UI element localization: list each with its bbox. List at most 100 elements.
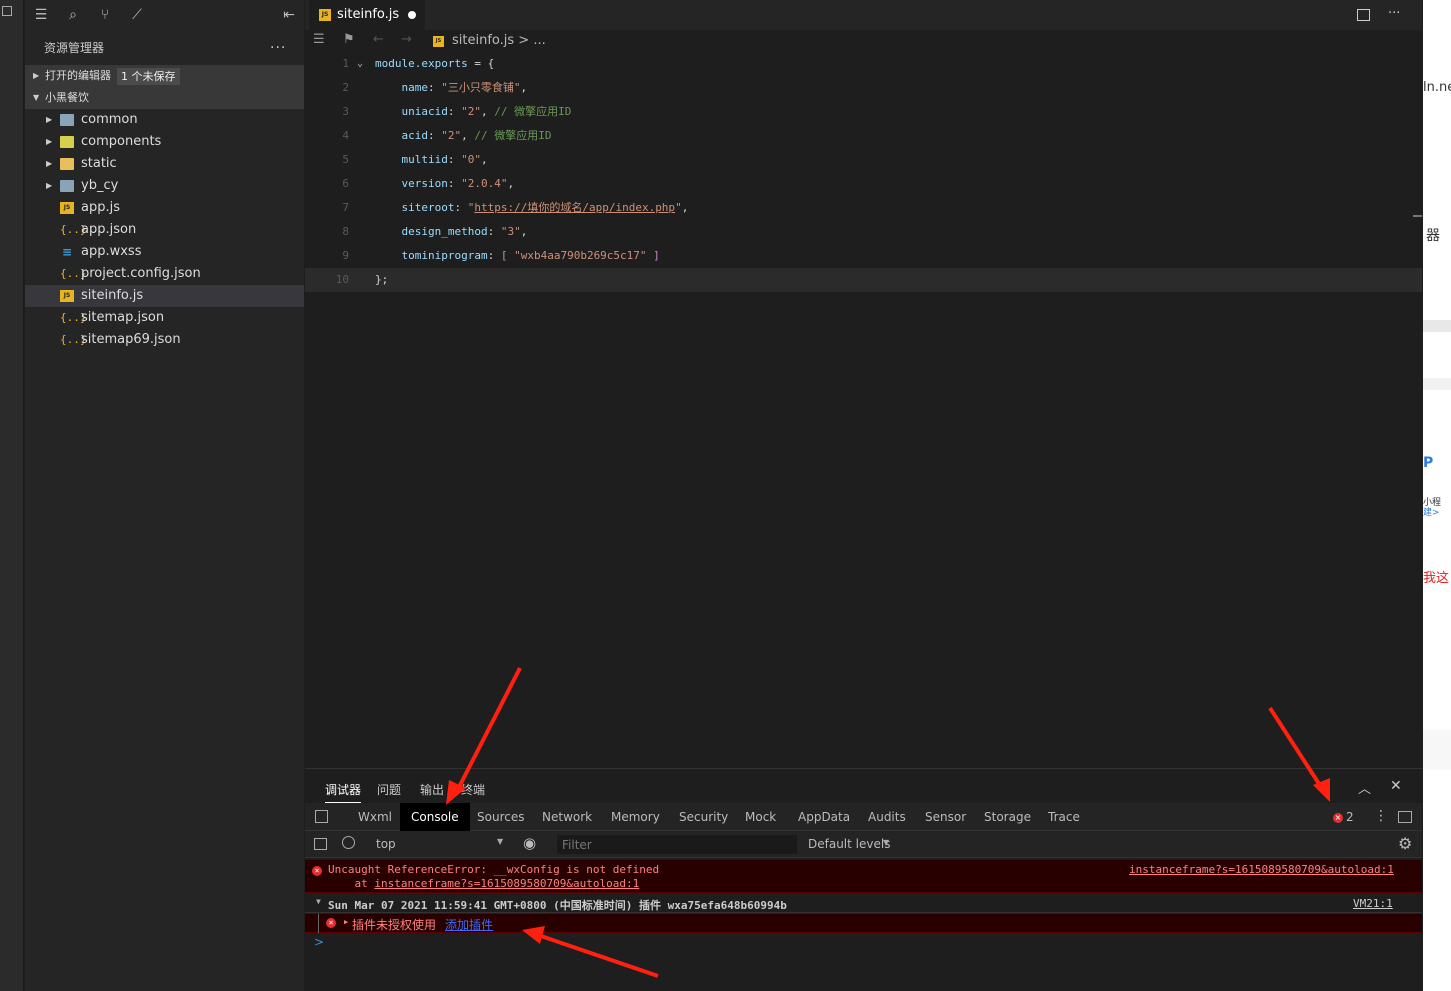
group-source-link[interactable]: VM21:1 xyxy=(1353,897,1393,910)
code-line: 1 ⌄ module.exports = { xyxy=(305,52,1422,76)
log-levels-select[interactable]: Default levels xyxy=(808,837,890,851)
tree-item-project-config[interactable]: {..} project.config.json xyxy=(25,263,304,285)
kebab-menu-icon[interactable]: ⋮ xyxy=(1374,808,1388,824)
tab-siteinfo-js[interactable]: JS siteinfo.js xyxy=(309,0,425,30)
tab-storage[interactable]: Storage xyxy=(973,803,1042,831)
json-file-icon: {..} xyxy=(60,311,87,324)
debug-icon[interactable]: ⟋ xyxy=(128,6,146,24)
edge-block xyxy=(1423,378,1451,390)
close-panel-icon[interactable]: ✕ xyxy=(1390,778,1402,794)
edge-blank xyxy=(1423,0,1451,28)
tree-item-common[interactable]: ▶ common xyxy=(25,109,304,131)
tab-audits[interactable]: Audits xyxy=(857,803,917,831)
clear-console-icon[interactable] xyxy=(342,836,355,849)
more-actions-button[interactable]: ... xyxy=(270,36,286,52)
console-prompt[interactable]: > xyxy=(314,935,324,949)
chevron-right-icon[interactable]: ▶ xyxy=(344,918,348,926)
tab-trace[interactable]: Trace xyxy=(1037,803,1091,831)
tree-item-app-js[interactable]: JS app.js xyxy=(25,197,304,219)
gear-icon[interactable]: ⚙ xyxy=(1398,834,1412,853)
chevron-down-icon: ▼ xyxy=(316,897,321,906)
folder-icon xyxy=(60,158,74,170)
tree-item-siteinfo-js[interactable]: JS siteinfo.js xyxy=(25,285,304,307)
js-file-icon: JS xyxy=(319,9,331,21)
split-editor-icon[interactable] xyxy=(1357,9,1370,21)
tab-problems[interactable]: 问题 xyxy=(377,781,401,798)
code-url[interactable]: https://填你的域名/app/index.php xyxy=(474,201,675,214)
tab-label: siteinfo.js xyxy=(337,7,400,22)
console-group-row[interactable]: ▼ Sun Mar 07 2021 11:59:41 GMT+0800 (中国标… xyxy=(305,894,1422,913)
line-number: 1 xyxy=(342,57,349,70)
code-token: "2" xyxy=(461,105,481,118)
tab-sensor[interactable]: Sensor xyxy=(914,803,977,831)
edge-link[interactable]: 建> xyxy=(1423,505,1440,518)
code-line: 6 version: "2.0.4", xyxy=(305,172,1422,196)
list-icon[interactable]: ☰ xyxy=(32,6,50,24)
outline-icon[interactable]: ☰ xyxy=(313,32,325,47)
add-plugin-link[interactable]: 添加插件 xyxy=(445,916,493,933)
error-message: Uncaught ReferenceError: __wxConfig is n… xyxy=(328,863,660,876)
eye-icon[interactable]: ◉ xyxy=(523,834,536,852)
edge-block xyxy=(1423,320,1451,332)
tree-item-sitemap-json[interactable]: {..} sitemap.json xyxy=(25,307,304,329)
fold-chevron-icon[interactable]: ⌄ xyxy=(357,52,363,76)
tab-appdata[interactable]: AppData xyxy=(787,803,861,831)
open-editors-section[interactable]: ▶ 打开的编辑器 1 个未保存 xyxy=(25,65,304,87)
tree-item-yb_cy[interactable]: ▶ yb_cy xyxy=(25,175,304,197)
tree-item-label: static xyxy=(81,156,117,171)
breadcrumb-rest: > ... xyxy=(518,33,546,48)
tab-memory[interactable]: Memory xyxy=(600,803,671,831)
collapse-panel-icon[interactable]: ⇤ xyxy=(280,6,298,24)
code-line: 9 tominiprogram: [ "wxb4aa790b269c5c17" … xyxy=(305,244,1422,268)
tree-item-components[interactable]: ▶ components xyxy=(25,131,304,153)
line-number: 5 xyxy=(342,153,349,166)
error-count-icon: × xyxy=(1333,813,1343,823)
error-source-link[interactable]: instanceframe?s=1615089580709&autoload:1 xyxy=(1129,863,1394,876)
tab-sources[interactable]: Sources xyxy=(466,803,535,831)
code-token: module.exports xyxy=(375,57,468,70)
bookmark-icon[interactable]: ⚑ xyxy=(343,32,355,47)
error-icon: × xyxy=(312,866,322,876)
simulator-icon[interactable] xyxy=(2,6,12,16)
tree-item-app-json[interactable]: {..} app.json xyxy=(25,219,304,241)
line-number: 2 xyxy=(342,81,349,94)
tab-output[interactable]: 输出 xyxy=(420,781,444,798)
tree-item-app-wxss[interactable]: ≡ app.wxss xyxy=(25,241,304,263)
tab-mock[interactable]: Mock xyxy=(734,803,787,831)
code-line: 5 multiid: "0", xyxy=(305,148,1422,172)
undock-icon[interactable] xyxy=(1398,811,1412,823)
breadcrumb: ☰ ⚑ ← → JS siteinfo.js > ... xyxy=(305,30,1422,52)
code-token: "wxb4aa790b269c5c17" xyxy=(514,249,647,262)
stack-link[interactable]: instanceframe?s=1615089580709&autoload:1 xyxy=(374,877,639,890)
sidebar-toggle-icon[interactable] xyxy=(314,838,327,850)
error-count[interactable]: 2 xyxy=(1346,810,1354,824)
search-icon[interactable]: ⌕ xyxy=(64,6,82,24)
context-select[interactable]: top xyxy=(376,837,396,851)
filter-input[interactable] xyxy=(557,835,797,854)
project-section[interactable]: ▼ 小黑餐饮 xyxy=(25,87,304,109)
tree-item-sitemap69-json[interactable]: {..} sitemap69.json xyxy=(25,329,304,351)
breadcrumb-file-label: siteinfo.js xyxy=(452,33,515,48)
edge-text: 我这 xyxy=(1423,571,1450,586)
tab-console[interactable]: Console xyxy=(400,803,470,831)
breadcrumb-file[interactable]: siteinfo.js > ... xyxy=(452,33,546,48)
forward-arrow-icon[interactable]: → xyxy=(401,32,412,47)
source-control-icon[interactable]: ⑂ xyxy=(96,6,114,24)
code-token: "2" xyxy=(441,129,462,142)
edge-text: ln.ne xyxy=(1423,80,1451,95)
code-comment: // 微擎应用ID xyxy=(494,105,572,118)
more-actions-icon[interactable]: ··· xyxy=(1388,6,1400,21)
tab-debugger[interactable]: 调试器 xyxy=(325,781,362,803)
tab-network[interactable]: Network xyxy=(531,803,603,831)
maximize-panel-icon[interactable]: ︿ xyxy=(1358,778,1371,797)
code-line: 7 siteroot: "https://填你的域名/app/index.php… xyxy=(305,196,1422,220)
tab-security[interactable]: Security xyxy=(668,803,739,831)
line-number: 7 xyxy=(342,201,349,214)
code-token: name xyxy=(375,81,428,94)
tab-terminal[interactable]: 终端 xyxy=(461,781,485,798)
tree-item-static[interactable]: ▶ static xyxy=(25,153,304,175)
tab-wxml[interactable]: Wxml xyxy=(347,803,403,831)
back-arrow-icon[interactable]: ← xyxy=(373,32,384,47)
unsaved-dot-icon[interactable] xyxy=(408,11,416,19)
inspect-element-icon[interactable] xyxy=(315,810,328,823)
